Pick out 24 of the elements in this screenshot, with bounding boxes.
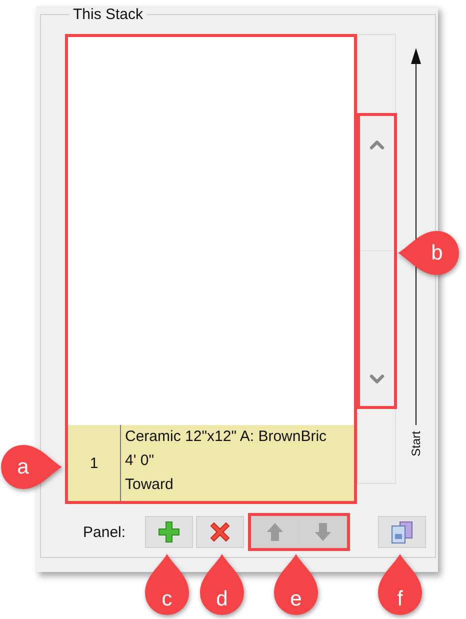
row-text: 4' 0" [125, 451, 156, 471]
callout-badge: c [144, 554, 190, 616]
stack-list[interactable]: 1 Ceramic 12"x12" A: BrownBric 4' 0" Toward [68, 37, 354, 501]
callout-badge: d [199, 554, 245, 616]
down-arrow-icon [314, 522, 332, 542]
stack-row[interactable]: 1 Ceramic 12"x12" A: BrownBric 4' 0" Toward [68, 425, 354, 501]
callout-badge: f [377, 554, 423, 616]
row-text: Ceramic 12"x12" A: BrownBric [125, 427, 328, 447]
up-arrow-icon [410, 48, 422, 425]
x-icon [209, 521, 231, 543]
delete-button[interactable] [196, 516, 244, 548]
up-arrow-icon [266, 522, 284, 542]
row-index: 1 [68, 425, 121, 501]
callout-badge: b [398, 230, 460, 276]
direction-label: Start [408, 431, 422, 456]
callout-badge: e [273, 554, 319, 616]
row-text: Toward [125, 475, 174, 495]
callout-badge: a [0, 444, 62, 490]
group-title: This Stack [72, 6, 144, 23]
copy-icon [390, 520, 414, 544]
panel-label: Panel: [83, 524, 127, 540]
copy-button[interactable] [378, 516, 426, 548]
add-button[interactable] [145, 516, 193, 548]
plus-icon [158, 521, 180, 543]
